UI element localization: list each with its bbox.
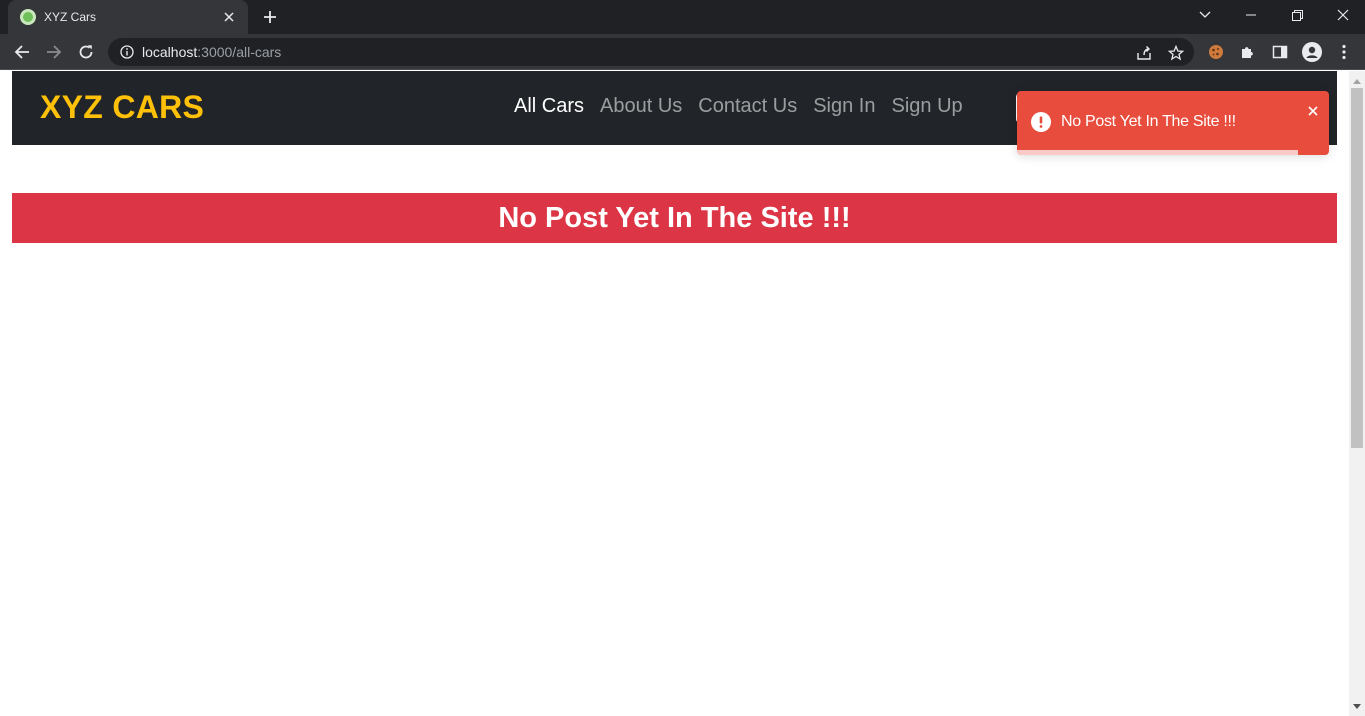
restore-button[interactable] [1274,0,1320,30]
url-host: localhost [142,44,198,60]
error-toast[interactable]: No Post Yet In The Site !!! [1017,91,1329,155]
nav-link-sign-up[interactable]: Sign Up [891,95,962,118]
browser-toolbar: localhost:3000/all-cars [0,34,1365,70]
exclamation-circle-icon [1031,112,1051,132]
tab-title: XYZ Cars [44,10,97,24]
bookmark-star-icon[interactable] [1166,43,1186,63]
extensions-puzzle-icon[interactable] [1236,40,1260,64]
toast-close-icon[interactable] [1305,103,1321,119]
toast-progress-bar [1017,150,1298,155]
scrollbar-thumb[interactable] [1351,88,1363,448]
side-panel-icon[interactable] [1268,40,1292,64]
browser-menu-icon[interactable] [1332,40,1356,64]
nav-link-about-us[interactable]: About Us [600,95,682,118]
profile-avatar-icon[interactable] [1300,40,1324,64]
forward-arrow-icon[interactable] [40,38,68,66]
scroll-up-arrow-icon[interactable] [1349,73,1365,89]
share-icon[interactable] [1134,43,1154,63]
tab-close-icon[interactable] [220,8,238,26]
nav-link-contact-us[interactable]: Contact Us [698,95,797,118]
empty-posts-banner: No Post Yet In The Site !!! [12,193,1337,243]
site-info-icon[interactable] [118,43,136,61]
nav-link-all-cars[interactable]: All Cars [514,95,584,118]
url-text: localhost:3000/all-cars [142,44,281,60]
tab-favicon-icon [20,9,36,25]
url-path: :3000/all-cars [197,44,282,60]
reload-icon[interactable] [72,38,100,66]
page-viewport: XYZ CARS All Cars About Us Contact Us Si… [0,71,1349,716]
tab-search-chevron-icon[interactable] [1182,0,1228,30]
close-window-button[interactable] [1320,0,1365,30]
browser-tab[interactable]: XYZ Cars [8,0,248,34]
site-brand[interactable]: XYZ CARS [40,89,204,126]
page-scrollbar[interactable] [1349,71,1365,716]
toast-message: No Post Yet In The Site !!! [1061,113,1236,130]
nav-links: All Cars About Us Contact Us Sign In Sig… [514,95,979,118]
nav-link-sign-in[interactable]: Sign In [813,95,875,118]
scroll-down-arrow-icon[interactable] [1349,698,1365,714]
back-arrow-icon[interactable] [8,38,36,66]
empty-posts-heading: No Post Yet In The Site !!! [498,201,851,234]
minimize-button[interactable] [1228,0,1274,30]
address-bar[interactable]: localhost:3000/all-cars [108,38,1194,66]
cookie-extension-icon[interactable] [1204,40,1228,64]
browser-tabstrip: XYZ Cars [0,0,1365,34]
new-tab-button[interactable] [258,6,282,28]
